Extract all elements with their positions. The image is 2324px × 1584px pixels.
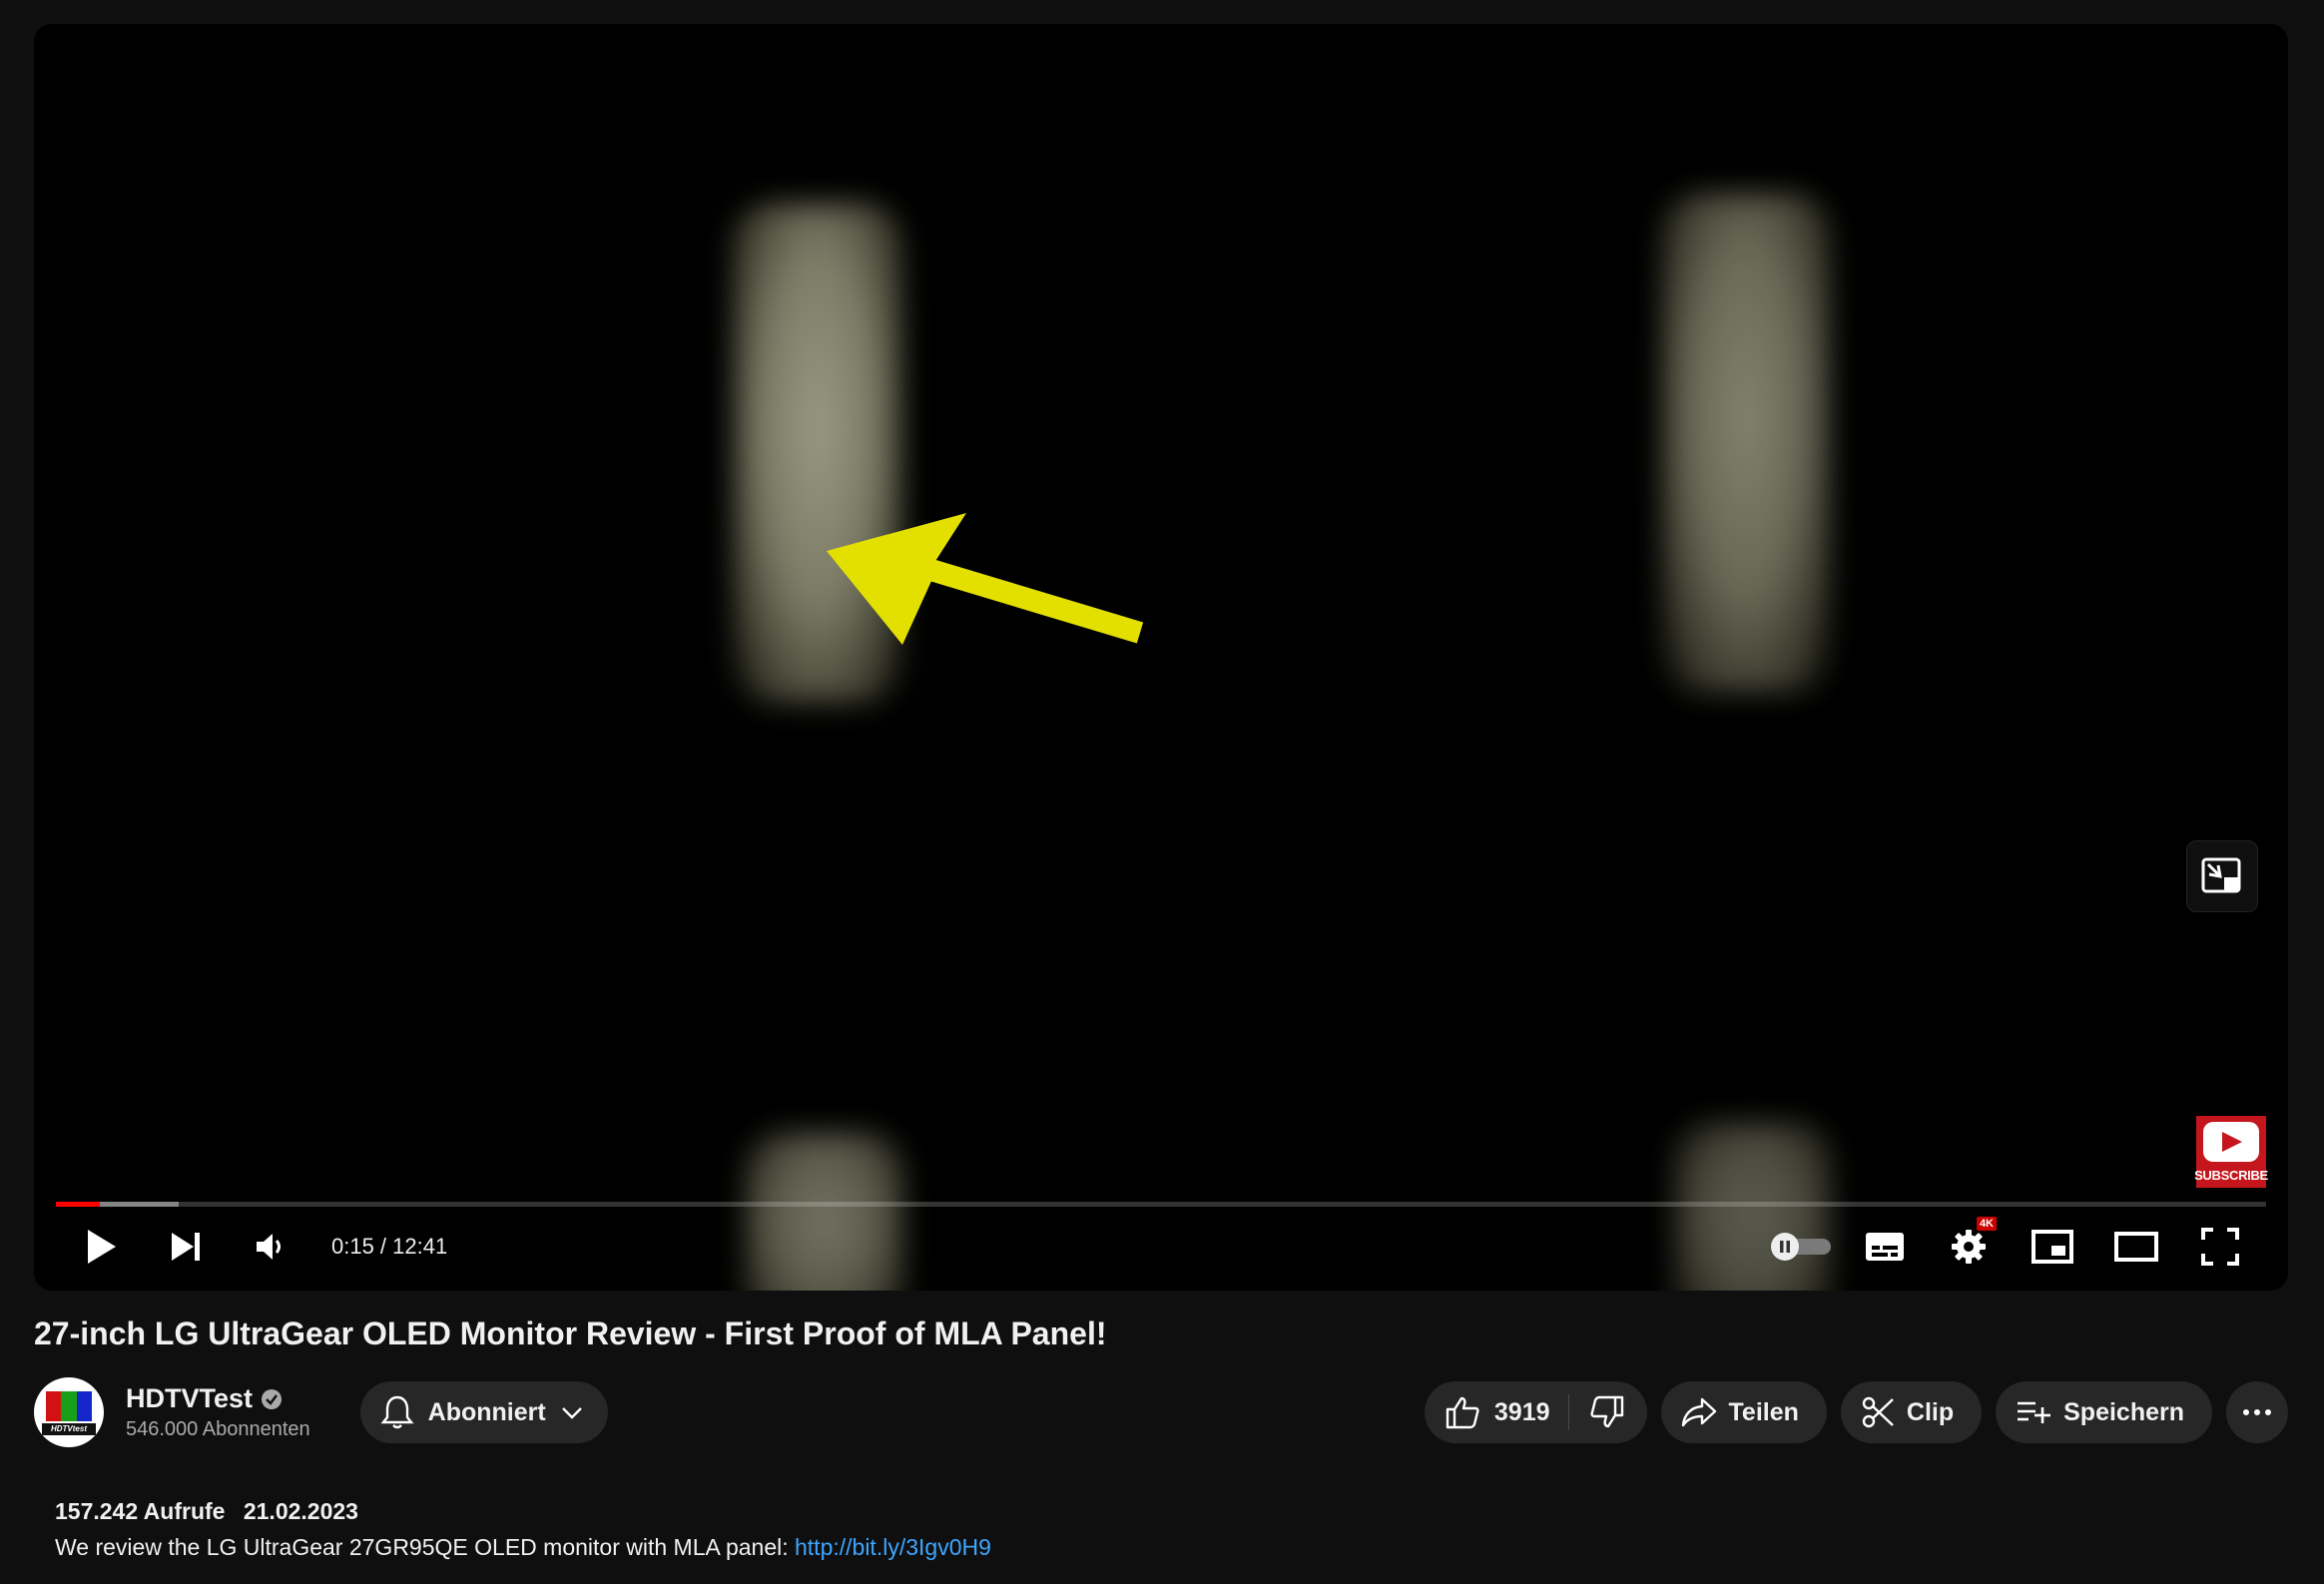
quality-badge: 4K [1976, 1217, 1997, 1231]
volume-icon [257, 1234, 281, 1260]
fullscreen-icon [2201, 1228, 2239, 1266]
channel-avatar[interactable]: HDTVtest [34, 1377, 104, 1447]
save-label: Speichern [2063, 1397, 2184, 1426]
share-label: Teilen [1728, 1397, 1799, 1426]
youtube-play-icon [2203, 1122, 2259, 1162]
share-button[interactable]: Teilen [1660, 1381, 1827, 1443]
play-button[interactable] [60, 1205, 144, 1289]
settings-button[interactable]: 4K [1927, 1205, 2011, 1289]
video-player[interactable]: SUBSCRIBE 0:15 / 12:41 4K [34, 24, 2288, 1291]
avatar-color-bars [46, 1391, 92, 1421]
bell-icon [380, 1395, 414, 1429]
autoplay-toggle[interactable] [1759, 1205, 1843, 1289]
theater-mode-icon [2114, 1232, 2158, 1262]
miniplayer-icon [2201, 857, 2241, 893]
playlist-add-icon [2018, 1401, 2051, 1423]
more-horizontal-icon [2243, 1409, 2271, 1415]
video-title: 27-inch LG UltraGear OLED Monitor Review… [34, 1316, 1107, 1351]
mute-button[interactable] [228, 1205, 311, 1289]
verified-icon [262, 1388, 283, 1409]
subscribe-watermark[interactable]: SUBSCRIBE [2194, 1116, 2268, 1188]
scissors-icon [1862, 1396, 1894, 1428]
clip-label: Clip [1906, 1397, 1955, 1426]
like-count: 3919 [1493, 1397, 1550, 1426]
channel-name[interactable]: HDTVTest [126, 1383, 253, 1414]
gear-icon [1952, 1230, 1986, 1264]
chevron-down-icon [561, 1407, 582, 1419]
miniplayer-button[interactable] [2011, 1205, 2094, 1289]
description-stats: 157.242 Aufrufe 21.02.2023 [55, 1493, 991, 1529]
subscribe-watermark-label: SUBSCRIBE [2194, 1168, 2268, 1183]
next-button[interactable] [144, 1205, 228, 1289]
theater-mode-button[interactable] [2094, 1205, 2178, 1289]
description-box[interactable]: 157.242 Aufrufe 21.02.2023 We review the… [55, 1493, 991, 1565]
share-icon [1681, 1397, 1716, 1427]
description-text-line: We review the LG UltraGear 27GR95QE OLED… [55, 1529, 991, 1565]
yellow-arrow-icon [827, 513, 1144, 645]
pause-icon [1771, 1233, 1799, 1261]
view-count: 157.242 Aufrufe [55, 1498, 226, 1524]
time-display: 0:15 / 12:41 [331, 1234, 448, 1259]
like-dislike-group: 3919 [1424, 1381, 1647, 1443]
fullscreen-button[interactable] [2178, 1205, 2262, 1289]
video-light-spot [1661, 194, 1831, 693]
player-controls: 0:15 / 12:41 4K [34, 1203, 2288, 1291]
miniplayer-icon [2032, 1230, 2073, 1264]
upload-date: 21.02.2023 [243, 1498, 358, 1524]
action-buttons: 3919 Teilen Clip Speichern [1424, 1381, 2288, 1443]
subscriber-count: 546.000 Abonnenten [126, 1418, 310, 1440]
subscribed-label: Abonniert [427, 1397, 546, 1426]
play-icon [88, 1230, 116, 1264]
description-link[interactable]: http://bit.ly/3Igv0H9 [795, 1534, 991, 1560]
avatar-label: HDTVtest [42, 1423, 96, 1435]
miniplayer-expand-button[interactable] [2186, 840, 2258, 912]
autoplay-switch [1771, 1232, 1831, 1262]
description-text: We review the LG UltraGear 27GR95QE OLED… [55, 1534, 795, 1560]
subscribed-button[interactable]: Abonniert [359, 1381, 608, 1443]
more-actions-button[interactable] [2226, 1381, 2288, 1443]
dislike-button[interactable] [1569, 1381, 1647, 1443]
channel-info: HDTVTest 546.000 Abonnenten [126, 1383, 310, 1441]
like-button[interactable]: 3919 [1425, 1381, 1568, 1443]
thumbs-down-icon [1589, 1395, 1623, 1428]
subtitles-button[interactable] [1843, 1205, 1927, 1289]
video-frame[interactable]: SUBSCRIBE [34, 24, 2288, 1291]
skip-next-icon [172, 1233, 200, 1261]
clip-button[interactable]: Clip [1840, 1381, 1983, 1443]
thumbs-up-icon [1446, 1396, 1479, 1429]
subtitles-icon [1866, 1233, 1904, 1261]
owner-row: HDTVtest HDTVTest 546.000 Abonnenten Abo… [34, 1375, 2288, 1449]
save-button[interactable]: Speichern [1996, 1381, 2212, 1443]
